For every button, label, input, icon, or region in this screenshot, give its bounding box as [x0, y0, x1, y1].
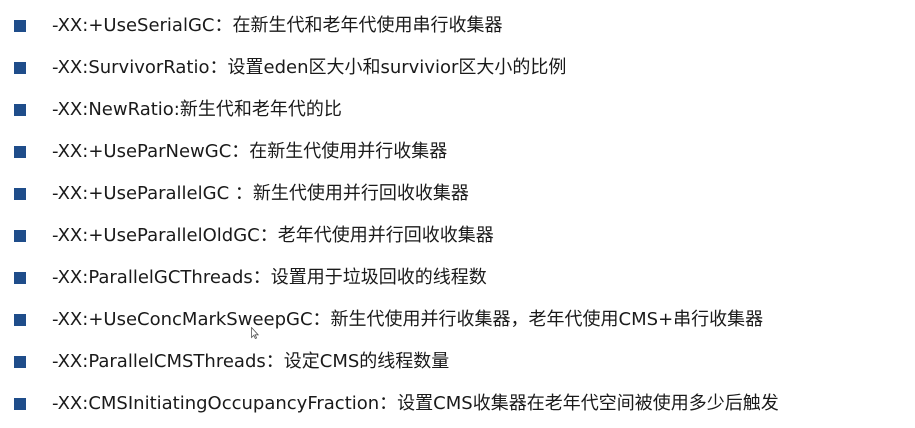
list-item: -XX:+UseParallelOldGC：老年代使用并行回收收集器 [14, 215, 915, 257]
square-bullet-icon [14, 146, 26, 158]
list-item: -XX:SurvivorRatio：设置eden区大小和survivior区大小… [14, 47, 915, 89]
slide: -XX:+UseSerialGC：在新生代和老年代使用串行收集器 -XX:Sur… [0, 0, 915, 428]
list-item: -XX:+UseConcMarkSweepGC：新生代使用并行收集器，老年代使用… [14, 299, 915, 341]
mouse-cursor-icon [251, 327, 259, 339]
list-item-text: -XX:+UseParNewGC：在新生代使用并行收集器 [52, 141, 448, 162]
square-bullet-icon [14, 104, 26, 116]
list-item-text: -XX:CMSInitiatingOccupancyFraction：设置CMS… [52, 393, 779, 414]
square-bullet-icon [14, 20, 26, 32]
list-item-text: -XX:NewRatio:新生代和老年代的比 [52, 99, 342, 120]
list-item: -XX:+UseParNewGC：在新生代使用并行收集器 [14, 131, 915, 173]
list-item-text: -XX:+UseParallelGC ：新生代使用并行回收收集器 [52, 183, 469, 204]
list-item: -XX:+UseSerialGC：在新生代和老年代使用串行收集器 [14, 5, 915, 47]
square-bullet-icon [14, 272, 26, 284]
bullet-list: -XX:+UseSerialGC：在新生代和老年代使用串行收集器 -XX:Sur… [14, 5, 915, 425]
list-item-text: -XX:SurvivorRatio：设置eden区大小和survivior区大小… [52, 57, 567, 78]
square-bullet-icon [14, 188, 26, 200]
list-item-text: -XX:+UseParallelOldGC：老年代使用并行回收收集器 [52, 225, 494, 246]
list-item-text: -XX:ParallelGCThreads：设置用于垃圾回收的线程数 [52, 267, 487, 288]
list-item-text: -XX:ParallelCMSThreads：设定CMS的线程数量 [52, 351, 450, 372]
list-item: -XX:CMSInitiatingOccupancyFraction：设置CMS… [14, 383, 915, 425]
list-item: -XX:+UseParallelGC ：新生代使用并行回收收集器 [14, 173, 915, 215]
list-item-text: -XX:+UseSerialGC：在新生代和老年代使用串行收集器 [52, 15, 503, 36]
list-item: -XX:NewRatio:新生代和老年代的比 [14, 89, 915, 131]
list-item: -XX:ParallelCMSThreads：设定CMS的线程数量 [14, 341, 915, 383]
square-bullet-icon [14, 356, 26, 368]
square-bullet-icon [14, 230, 26, 242]
square-bullet-icon [14, 62, 26, 74]
square-bullet-icon [14, 314, 26, 326]
square-bullet-icon [14, 398, 26, 410]
list-item-text: -XX:+UseConcMarkSweepGC：新生代使用并行收集器，老年代使用… [52, 309, 764, 330]
list-item: -XX:ParallelGCThreads：设置用于垃圾回收的线程数 [14, 257, 915, 299]
